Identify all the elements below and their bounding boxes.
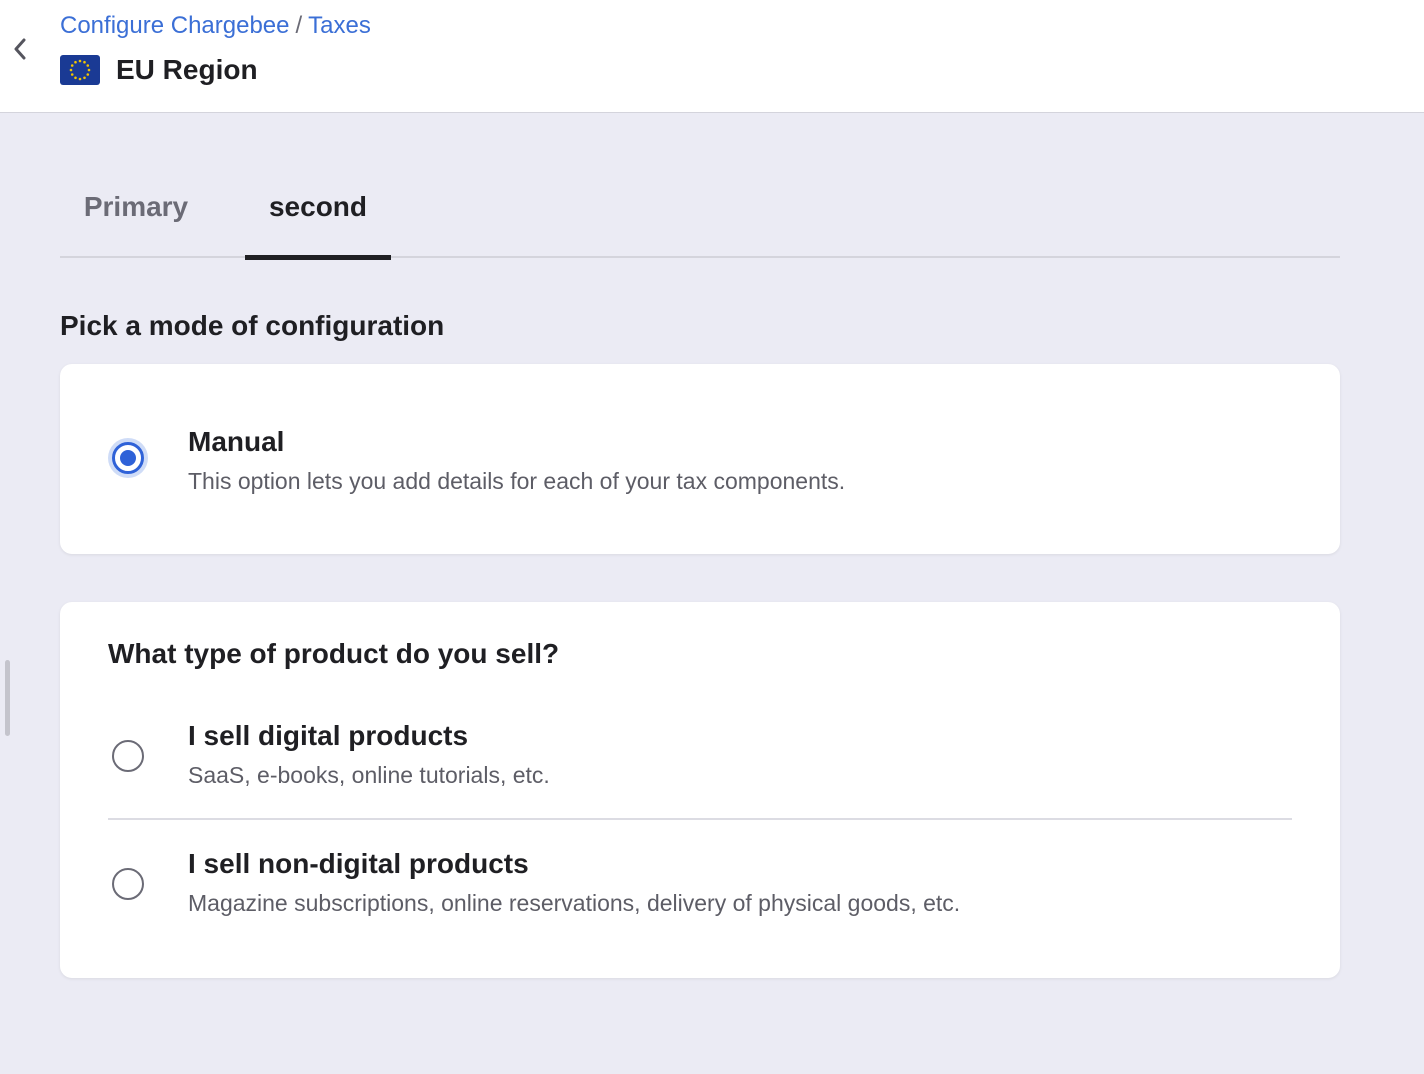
- tab-primary[interactable]: Primary: [60, 172, 212, 258]
- mode-card: Manual This option lets you add details …: [60, 364, 1340, 554]
- page-header: Configure Chargebee / Taxes EU Region: [0, 0, 1424, 113]
- digital-products-radio[interactable]: [112, 740, 144, 772]
- mode-section-heading: Pick a mode of configuration: [60, 310, 445, 341]
- option-manual[interactable]: Manual This option lets you add details …: [108, 426, 1292, 496]
- chevron-left-icon: [14, 38, 26, 60]
- manual-description: This option lets you add details for eac…: [188, 468, 846, 494]
- non-digital-products-title: I sell non-digital products: [188, 848, 529, 879]
- breadcrumb: Configure Chargebee / Taxes: [60, 11, 371, 41]
- breadcrumb-configure-chargebee[interactable]: Configure Chargebee: [60, 12, 290, 39]
- non-digital-products-radio[interactable]: [112, 868, 144, 900]
- non-digital-products-description: Magazine subscriptions, online reservati…: [188, 890, 961, 916]
- digital-products-description: SaaS, e-books, online tutorials, etc.: [188, 762, 550, 788]
- tab-bar: Primary second: [60, 172, 1340, 260]
- product-question: What type of product do you sell?: [108, 638, 560, 669]
- option-divider: [108, 818, 1292, 820]
- page-title: EU Region: [116, 54, 258, 85]
- title-row: EU Region: [60, 52, 258, 88]
- manual-title: Manual: [188, 426, 285, 457]
- back-button[interactable]: [8, 36, 32, 62]
- eu-flag-icon: [60, 55, 100, 85]
- option-non-digital-products[interactable]: I sell non-digital products Magazine sub…: [108, 848, 1292, 928]
- digital-products-title: I sell digital products: [188, 720, 469, 751]
- manual-radio[interactable]: [112, 442, 144, 474]
- resize-handle[interactable]: [5, 660, 10, 736]
- product-card: What type of product do you sell? I sell…: [60, 602, 1340, 978]
- breadcrumb-separator: /: [295, 12, 303, 39]
- tab-second[interactable]: second: [245, 172, 391, 260]
- option-digital-products[interactable]: I sell digital products SaaS, e-books, o…: [108, 720, 1292, 800]
- breadcrumb-taxes[interactable]: Taxes: [308, 12, 371, 39]
